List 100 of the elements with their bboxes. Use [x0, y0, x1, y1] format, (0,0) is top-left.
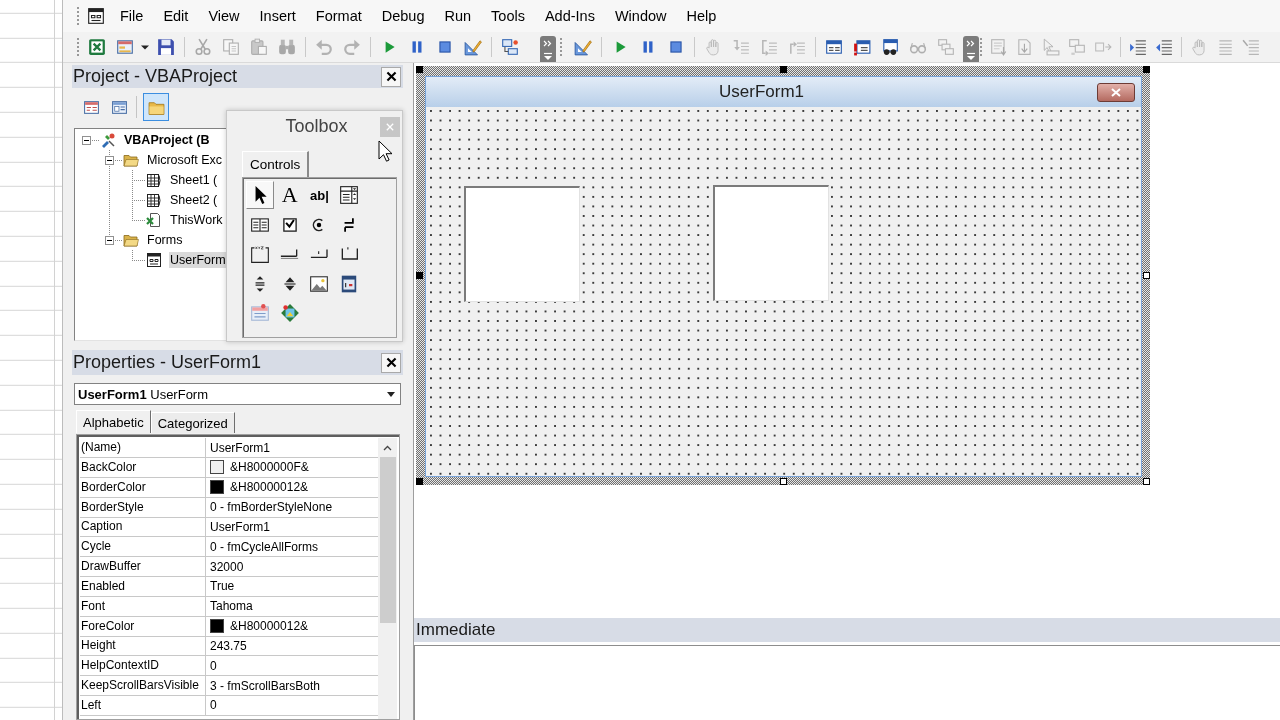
resize-handle[interactable] — [1143, 66, 1150, 73]
tab[interactable]: Alphabetic — [76, 410, 151, 433]
caret-icon — [387, 391, 395, 397]
binoculars-icon — [278, 38, 296, 56]
set-square-pencil-icon — [464, 38, 482, 56]
collapse-icon[interactable] — [105, 235, 114, 245]
lines-icon — [1216, 38, 1234, 56]
clipboard-icon — [250, 38, 268, 56]
property-name: Left — [80, 695, 206, 716]
menu-item[interactable]: Edit — [153, 4, 199, 28]
resize-handle[interactable] — [779, 66, 787, 73]
tool-button[interactable]: A — [275, 181, 304, 209]
project-explorer-icon — [501, 38, 519, 56]
menu-item[interactable]: Add-Ins — [534, 4, 605, 28]
property-value: 3 - fmScrollBarsBoth — [210, 678, 321, 693]
frame-icon — [250, 244, 270, 264]
object-dropdown[interactable]: UserForm1 UserForm — [74, 383, 401, 405]
property-value: 0 - fmBorderStyleNone — [210, 500, 333, 515]
property-name: Cycle — [80, 537, 206, 558]
resize-handle[interactable] — [779, 478, 787, 485]
menu-item[interactable]: Help — [676, 4, 727, 28]
tree-item[interactable]: Forms — [146, 232, 184, 248]
close-icon — [384, 356, 398, 369]
resize-handle[interactable] — [416, 66, 423, 73]
menu-item[interactable]: Tools — [481, 4, 535, 28]
tree-item[interactable]: Sheet2 ( — [169, 192, 219, 208]
overflow-icon[interactable] — [963, 35, 979, 62]
stop-icon — [436, 38, 454, 56]
tree-item[interactable]: ThisWork — [169, 212, 224, 228]
close-button[interactable] — [1097, 82, 1135, 102]
tool-button[interactable]: ab| — [305, 181, 334, 209]
property-value: 0 - fmCycleAllForms — [210, 539, 318, 554]
form-window-icon[interactable] — [87, 7, 105, 25]
list-window-icon — [990, 38, 1008, 56]
lines-slash-icon — [1242, 38, 1260, 56]
property-value: True — [210, 579, 235, 594]
hand-icon — [1190, 38, 1208, 56]
form-icon — [146, 252, 162, 268]
form-window-icon — [116, 38, 134, 56]
step-into-icon — [732, 38, 750, 56]
grip-icon[interactable] — [76, 37, 80, 57]
tree-item[interactable]: Microsoft Exc — [146, 152, 223, 168]
empty-image-control[interactable] — [464, 186, 580, 302]
collapse-icon[interactable] — [105, 155, 114, 165]
project-icon — [100, 132, 116, 148]
close-button[interactable] — [381, 352, 401, 373]
menu-item[interactable]: View — [198, 4, 250, 28]
grip-icon[interactable] — [76, 6, 80, 26]
property-name: KeepScrollBarsVisible — [80, 676, 206, 697]
menu-item[interactable]: Debug — [371, 4, 435, 28]
resize-handle[interactable] — [416, 272, 423, 279]
tree-item[interactable]: VBAProject (B — [123, 132, 211, 148]
menu-item[interactable]: Insert — [249, 4, 306, 28]
tab-strip-icon — [309, 249, 329, 259]
tab[interactable]: Controls — [242, 151, 310, 177]
property-name: BorderColor — [80, 477, 206, 498]
grip-icon[interactable] — [979, 37, 983, 57]
resize-handle[interactable] — [1143, 478, 1150, 485]
tool-button[interactable] — [246, 181, 274, 209]
stop-icon — [667, 38, 685, 56]
menu-item[interactable]: Run — [434, 4, 482, 28]
set-square-pencil-icon — [574, 38, 592, 56]
outdent-icon — [1155, 38, 1173, 56]
overflow-icon[interactable] — [540, 35, 556, 62]
empty-image-control[interactable] — [713, 185, 829, 301]
property-value: &H80000012& — [230, 480, 309, 495]
close-icon — [386, 122, 394, 131]
resize-handle[interactable] — [1143, 272, 1150, 279]
code-window-icon — [82, 98, 100, 116]
chevron-up-icon[interactable] — [383, 445, 392, 451]
close-icon — [384, 70, 398, 83]
tree-item[interactable]: Sheet1 ( — [169, 172, 219, 188]
stacked-tips-icon — [1068, 38, 1086, 56]
colorful-picture-icon — [279, 303, 300, 323]
collapse-icon[interactable] — [82, 135, 91, 145]
property-name: BackColor — [80, 457, 206, 478]
pane-title: Properties - UserForm1 — [73, 352, 262, 373]
form-title: UserForm1 — [718, 82, 805, 102]
form-window-icon — [110, 98, 128, 116]
property-value: &H8000000F& — [230, 460, 309, 475]
folder-icon — [123, 232, 139, 248]
save-icon — [157, 38, 175, 56]
step-over-icon — [760, 38, 778, 56]
property-value: Tahoma — [210, 599, 253, 614]
menu-item[interactable]: Format — [305, 4, 372, 28]
sheet-icon — [146, 192, 162, 208]
pane-title: Immediate — [416, 620, 496, 640]
resize-handle[interactable] — [416, 478, 423, 485]
property-value: 32000 — [210, 559, 244, 574]
workbook-icon — [146, 212, 162, 228]
close-button[interactable] — [381, 66, 401, 87]
tab[interactable]: Categorized — [150, 412, 235, 433]
grip-icon[interactable] — [559, 37, 563, 57]
menu-item[interactable]: File — [110, 4, 154, 28]
scrollbar-thumb[interactable] — [379, 457, 396, 623]
menu-item[interactable]: Window — [604, 4, 677, 28]
property-name: Enabled — [80, 576, 206, 597]
property-name: BorderStyle — [80, 497, 206, 518]
immediate-field[interactable] — [414, 645, 1280, 720]
tree-item[interactable]: UserForm — [169, 252, 227, 268]
